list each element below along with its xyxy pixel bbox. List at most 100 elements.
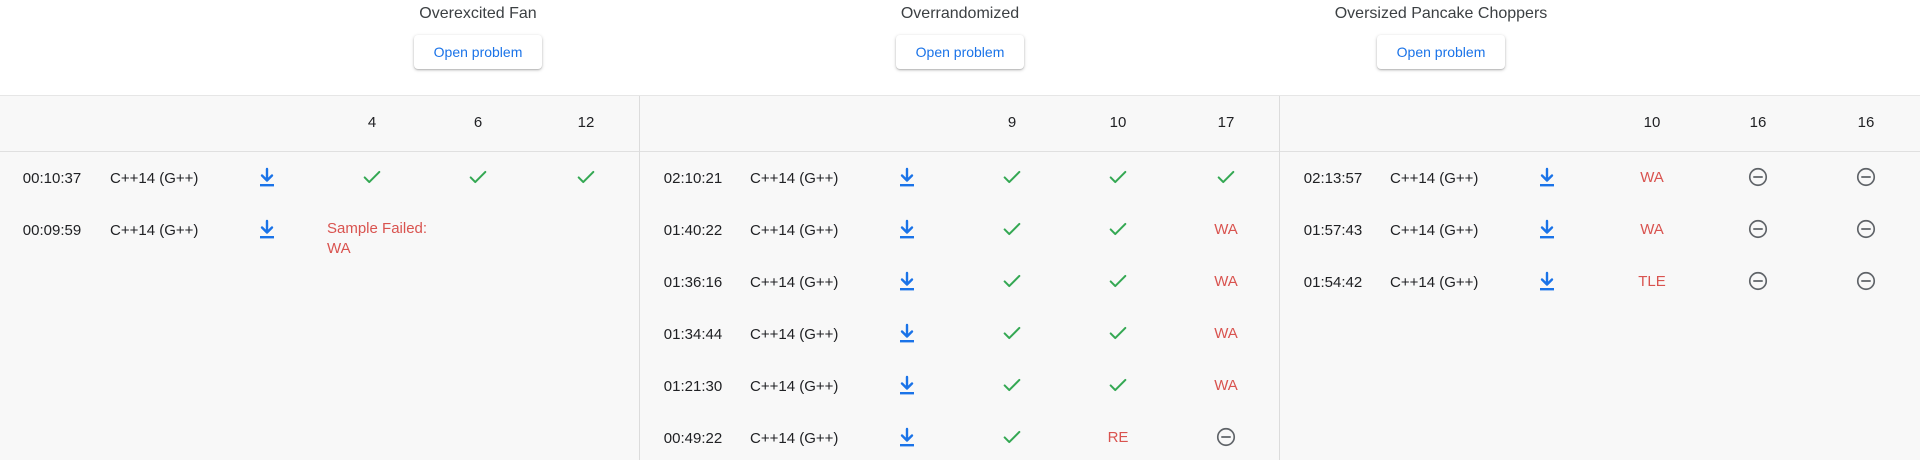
- submission-language: C++14 (G++): [1390, 274, 1479, 291]
- problem-column: 10 16 16 02:13:57 C++14 (G++) WA 01:57:43 C++14…: [1280, 96, 1920, 460]
- check-icon: [982, 270, 1042, 294]
- submission-language: C++14 (G++): [750, 430, 839, 447]
- problem-column: 9 10 17 02:10:21 C++14 (G++) 01:40:22 C++14 (G…: [640, 96, 1280, 460]
- test-count-header: 6: [473, 114, 483, 131]
- submission-time: 02:10:21: [663, 170, 723, 187]
- submission-row: 01:54:42 C++14 (G++) TLE: [1280, 256, 1920, 308]
- check-icon: [1088, 270, 1148, 294]
- results-area: 4 6 12 00:10:37 C++14 (G++) 00:09:59 C++14 (G+…: [0, 95, 1920, 460]
- submission-row: 01:36:16 C++14 (G++) WA: [640, 256, 1279, 308]
- submission-language: C++14 (G++): [110, 170, 199, 187]
- submission-time: 01:34:44: [663, 326, 723, 343]
- submission-row: 02:13:57 C++14 (G++) WA: [1280, 152, 1920, 204]
- verdict-label: WA: [1640, 221, 1664, 238]
- sample-failed-verdict: Sample Failed: WA: [327, 220, 428, 257]
- download-icon[interactable]: [255, 218, 279, 242]
- submission-row: 00:09:59 C++14 (G++) Sample Failed: WA: [0, 204, 639, 257]
- verdict-label: WA: [1640, 169, 1664, 186]
- submission-language: C++14 (G++): [750, 378, 839, 395]
- check-icon: [982, 166, 1042, 190]
- submission-row: 02:10:21 C++14 (G++): [640, 152, 1279, 204]
- check-icon: [1088, 374, 1148, 398]
- minus-circle-icon: [1836, 166, 1896, 190]
- download-icon[interactable]: [1535, 218, 1559, 242]
- minus-circle-icon: [1196, 426, 1256, 450]
- submission-row: 01:34:44 C++14 (G++) WA: [640, 308, 1279, 360]
- check-icon: [1088, 218, 1148, 242]
- submission-time: 00:10:37: [22, 170, 82, 187]
- verdict-label: TLE: [1638, 273, 1666, 290]
- submission-language: C++14 (G++): [1390, 170, 1479, 187]
- verdict-label: RE: [1107, 429, 1129, 446]
- verdict-label: WA: [1214, 273, 1238, 290]
- test-header-row: 9 10 17: [640, 96, 1279, 152]
- test-count-header: 16: [1749, 114, 1767, 131]
- check-icon: [556, 166, 616, 190]
- open-problem-button[interactable]: Open problem: [896, 35, 1024, 69]
- submission-row: 01:57:43 C++14 (G++) WA: [1280, 204, 1920, 256]
- problem-header: Oversized Pancake Choppers Open problem: [1241, 0, 1641, 95]
- open-problem-button[interactable]: Open problem: [414, 35, 542, 69]
- test-count-header: 16: [1857, 114, 1875, 131]
- download-icon[interactable]: [1535, 166, 1559, 190]
- download-icon[interactable]: [895, 218, 919, 242]
- problem-title: Overrandomized: [900, 5, 1020, 22]
- submission-time: 01:57:43: [1303, 222, 1363, 239]
- check-icon: [982, 426, 1042, 450]
- submission-language: C++14 (G++): [750, 222, 839, 239]
- check-icon: [982, 322, 1042, 346]
- test-count-header: 10: [1643, 114, 1661, 131]
- test-count-header: 12: [577, 114, 595, 131]
- minus-circle-icon: [1728, 270, 1788, 294]
- download-icon[interactable]: [895, 322, 919, 346]
- download-icon[interactable]: [895, 426, 919, 450]
- problem-header: Overrandomized Open problem: [760, 0, 1160, 95]
- check-icon: [1088, 166, 1148, 190]
- check-icon: [342, 166, 402, 190]
- submission-row: 01:40:22 C++14 (G++) WA: [640, 204, 1279, 256]
- minus-circle-icon: [1728, 166, 1788, 190]
- submission-row: 00:10:37 C++14 (G++): [0, 152, 639, 204]
- test-count-header: 10: [1109, 114, 1127, 131]
- submission-row: 01:21:30 C++14 (G++) WA: [640, 360, 1279, 412]
- download-icon[interactable]: [1535, 270, 1559, 294]
- verdict-label: WA: [1214, 221, 1238, 238]
- submission-time: 01:40:22: [663, 222, 723, 239]
- submission-language: C++14 (G++): [750, 326, 839, 343]
- test-count-header: 9: [1007, 114, 1017, 131]
- test-count-header: 4: [367, 114, 377, 131]
- submission-row: 00:49:22 C++14 (G++) RE: [640, 412, 1279, 464]
- problem-header: Overexcited Fan Open problem: [278, 0, 678, 95]
- check-icon: [1088, 322, 1148, 346]
- open-problem-button[interactable]: Open problem: [1377, 35, 1505, 69]
- submission-time: 01:54:42: [1303, 274, 1363, 291]
- submission-language: C++14 (G++): [750, 170, 839, 187]
- submission-time: 00:09:59: [22, 222, 82, 239]
- verdict-label: WA: [1214, 377, 1238, 394]
- minus-circle-icon: [1836, 270, 1896, 294]
- download-icon[interactable]: [895, 166, 919, 190]
- download-icon[interactable]: [895, 374, 919, 398]
- submission-time: 01:36:16: [663, 274, 723, 291]
- submission-time: 00:49:22: [663, 430, 723, 447]
- check-icon: [1196, 166, 1256, 190]
- download-icon[interactable]: [895, 270, 919, 294]
- test-header-row: 10 16 16: [1280, 96, 1920, 152]
- download-icon[interactable]: [255, 166, 279, 190]
- submission-language: C++14 (G++): [1390, 222, 1479, 239]
- check-icon: [448, 166, 508, 190]
- check-icon: [982, 218, 1042, 242]
- minus-circle-icon: [1836, 218, 1896, 242]
- problem-title: Oversized Pancake Choppers: [1334, 5, 1548, 22]
- submission-time: 02:13:57: [1303, 170, 1363, 187]
- submission-language: C++14 (G++): [750, 274, 839, 291]
- problem-column: 4 6 12 00:10:37 C++14 (G++) 00:09:59 C++14 (G+…: [0, 96, 640, 460]
- check-icon: [982, 374, 1042, 398]
- minus-circle-icon: [1728, 218, 1788, 242]
- test-header-row: 4 6 12: [0, 96, 639, 152]
- test-count-header: 17: [1217, 114, 1235, 131]
- verdict-label: WA: [1214, 325, 1238, 342]
- submission-language: C++14 (G++): [110, 222, 199, 239]
- submission-time: 01:21:30: [663, 378, 723, 395]
- problem-title: Overexcited Fan: [419, 5, 537, 22]
